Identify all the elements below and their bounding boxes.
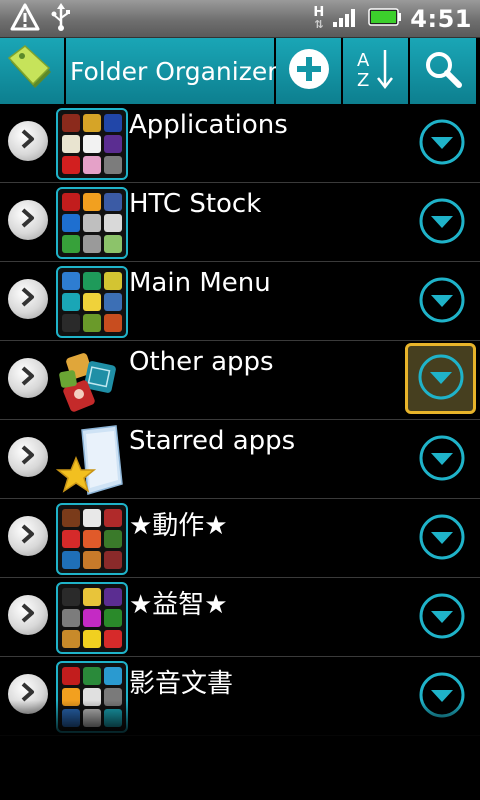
- folder-thumbnail: [56, 503, 128, 575]
- expand-button[interactable]: [8, 358, 48, 398]
- usb-icon: [50, 3, 72, 35]
- folder-row-main-menu[interactable]: Main Menu: [0, 262, 480, 341]
- folder-thumbnail: [56, 582, 128, 654]
- folder-row-htc-stock[interactable]: HTC Stock: [0, 183, 480, 262]
- folder-row-other-apps[interactable]: Other apps: [0, 341, 480, 420]
- chevron-down-circle-icon: [418, 118, 466, 170]
- plus-icon: [287, 47, 331, 95]
- status-bar: H ⇅ 4:51: [0, 0, 480, 38]
- app-title: Folder Organizer: [70, 56, 278, 86]
- chevron-down-circle-icon: [418, 513, 466, 565]
- battery-icon: [368, 8, 402, 30]
- expand-button[interactable]: [8, 437, 48, 477]
- svg-text:A: A: [357, 50, 370, 71]
- expand-button[interactable]: [8, 200, 48, 240]
- folder-thumbnail: [56, 108, 128, 180]
- chevron-down-circle-icon: [418, 276, 466, 328]
- add-button[interactable]: [276, 38, 343, 104]
- folder-label: Applications: [129, 110, 288, 140]
- tag-logo-icon: [7, 44, 57, 98]
- folder-label: 影音文書: [129, 669, 234, 699]
- sort-button[interactable]: A Z: [343, 38, 410, 104]
- chevron-right-icon: [19, 602, 37, 628]
- folder-row-puzzle[interactable]: ★益智★: [0, 578, 480, 657]
- chevron-right-icon: [19, 128, 37, 154]
- expand-button[interactable]: [8, 121, 48, 161]
- status-bar-notifications: [10, 3, 72, 35]
- expand-button[interactable]: [8, 516, 48, 556]
- chevron-down-circle-icon: [418, 592, 466, 644]
- folder-thumbnail: [56, 187, 128, 259]
- folder-list: Applications HTC Stock Main Menu Other a…: [0, 104, 480, 736]
- chevron-right-icon: [19, 523, 37, 549]
- folder-menu-button[interactable]: [418, 118, 466, 170]
- folder-label: Main Menu: [129, 268, 271, 298]
- folder-label: ★動作★: [129, 511, 228, 541]
- app-logo: [0, 38, 66, 104]
- folder-menu-button[interactable]: [418, 513, 466, 565]
- chevron-right-icon: [19, 207, 37, 233]
- h-network-icon: H ⇅: [313, 5, 325, 31]
- search-icon: [423, 49, 463, 93]
- folder-row-action[interactable]: ★動作★: [0, 499, 480, 578]
- sort-az-icon: A Z: [353, 46, 399, 96]
- expand-button[interactable]: [8, 279, 48, 319]
- toolbar: Folder Organizer A Z: [0, 38, 480, 104]
- chevron-right-icon: [19, 365, 37, 391]
- list-fade-edge: [0, 700, 480, 740]
- folder-menu-button[interactable]: [418, 276, 466, 328]
- folder-menu-button[interactable]: [418, 434, 466, 486]
- folder-row-starred-apps[interactable]: Starred apps: [0, 420, 480, 499]
- folder-menu-button[interactable]: [405, 343, 476, 414]
- folder-thumbnail: [56, 266, 128, 338]
- chevron-right-icon: [19, 444, 37, 470]
- chevron-down-circle-icon: [418, 434, 466, 486]
- folder-menu-button[interactable]: [418, 197, 466, 249]
- search-button[interactable]: [410, 38, 476, 104]
- svg-text:Z: Z: [357, 70, 369, 91]
- folder-label: HTC Stock: [129, 189, 262, 219]
- warning-icon: [10, 3, 40, 35]
- folder-label: ★益智★: [129, 590, 228, 620]
- clock: 4:51: [410, 5, 472, 33]
- folder-row-applications[interactable]: Applications: [0, 104, 480, 183]
- starred-folder-icon: [56, 424, 128, 496]
- toolbar-title: Folder Organizer: [66, 38, 278, 104]
- folder-menu-button[interactable]: [418, 592, 466, 644]
- folder-label: Other apps: [129, 347, 274, 377]
- other-apps-icon: [56, 345, 128, 417]
- folder-label: Starred apps: [129, 426, 296, 456]
- chevron-down-circle-icon: [418, 197, 466, 249]
- signal-icon: [332, 6, 360, 32]
- expand-button[interactable]: [8, 595, 48, 635]
- chevron-right-icon: [19, 286, 37, 312]
- chevron-down-circle-icon: [417, 353, 465, 405]
